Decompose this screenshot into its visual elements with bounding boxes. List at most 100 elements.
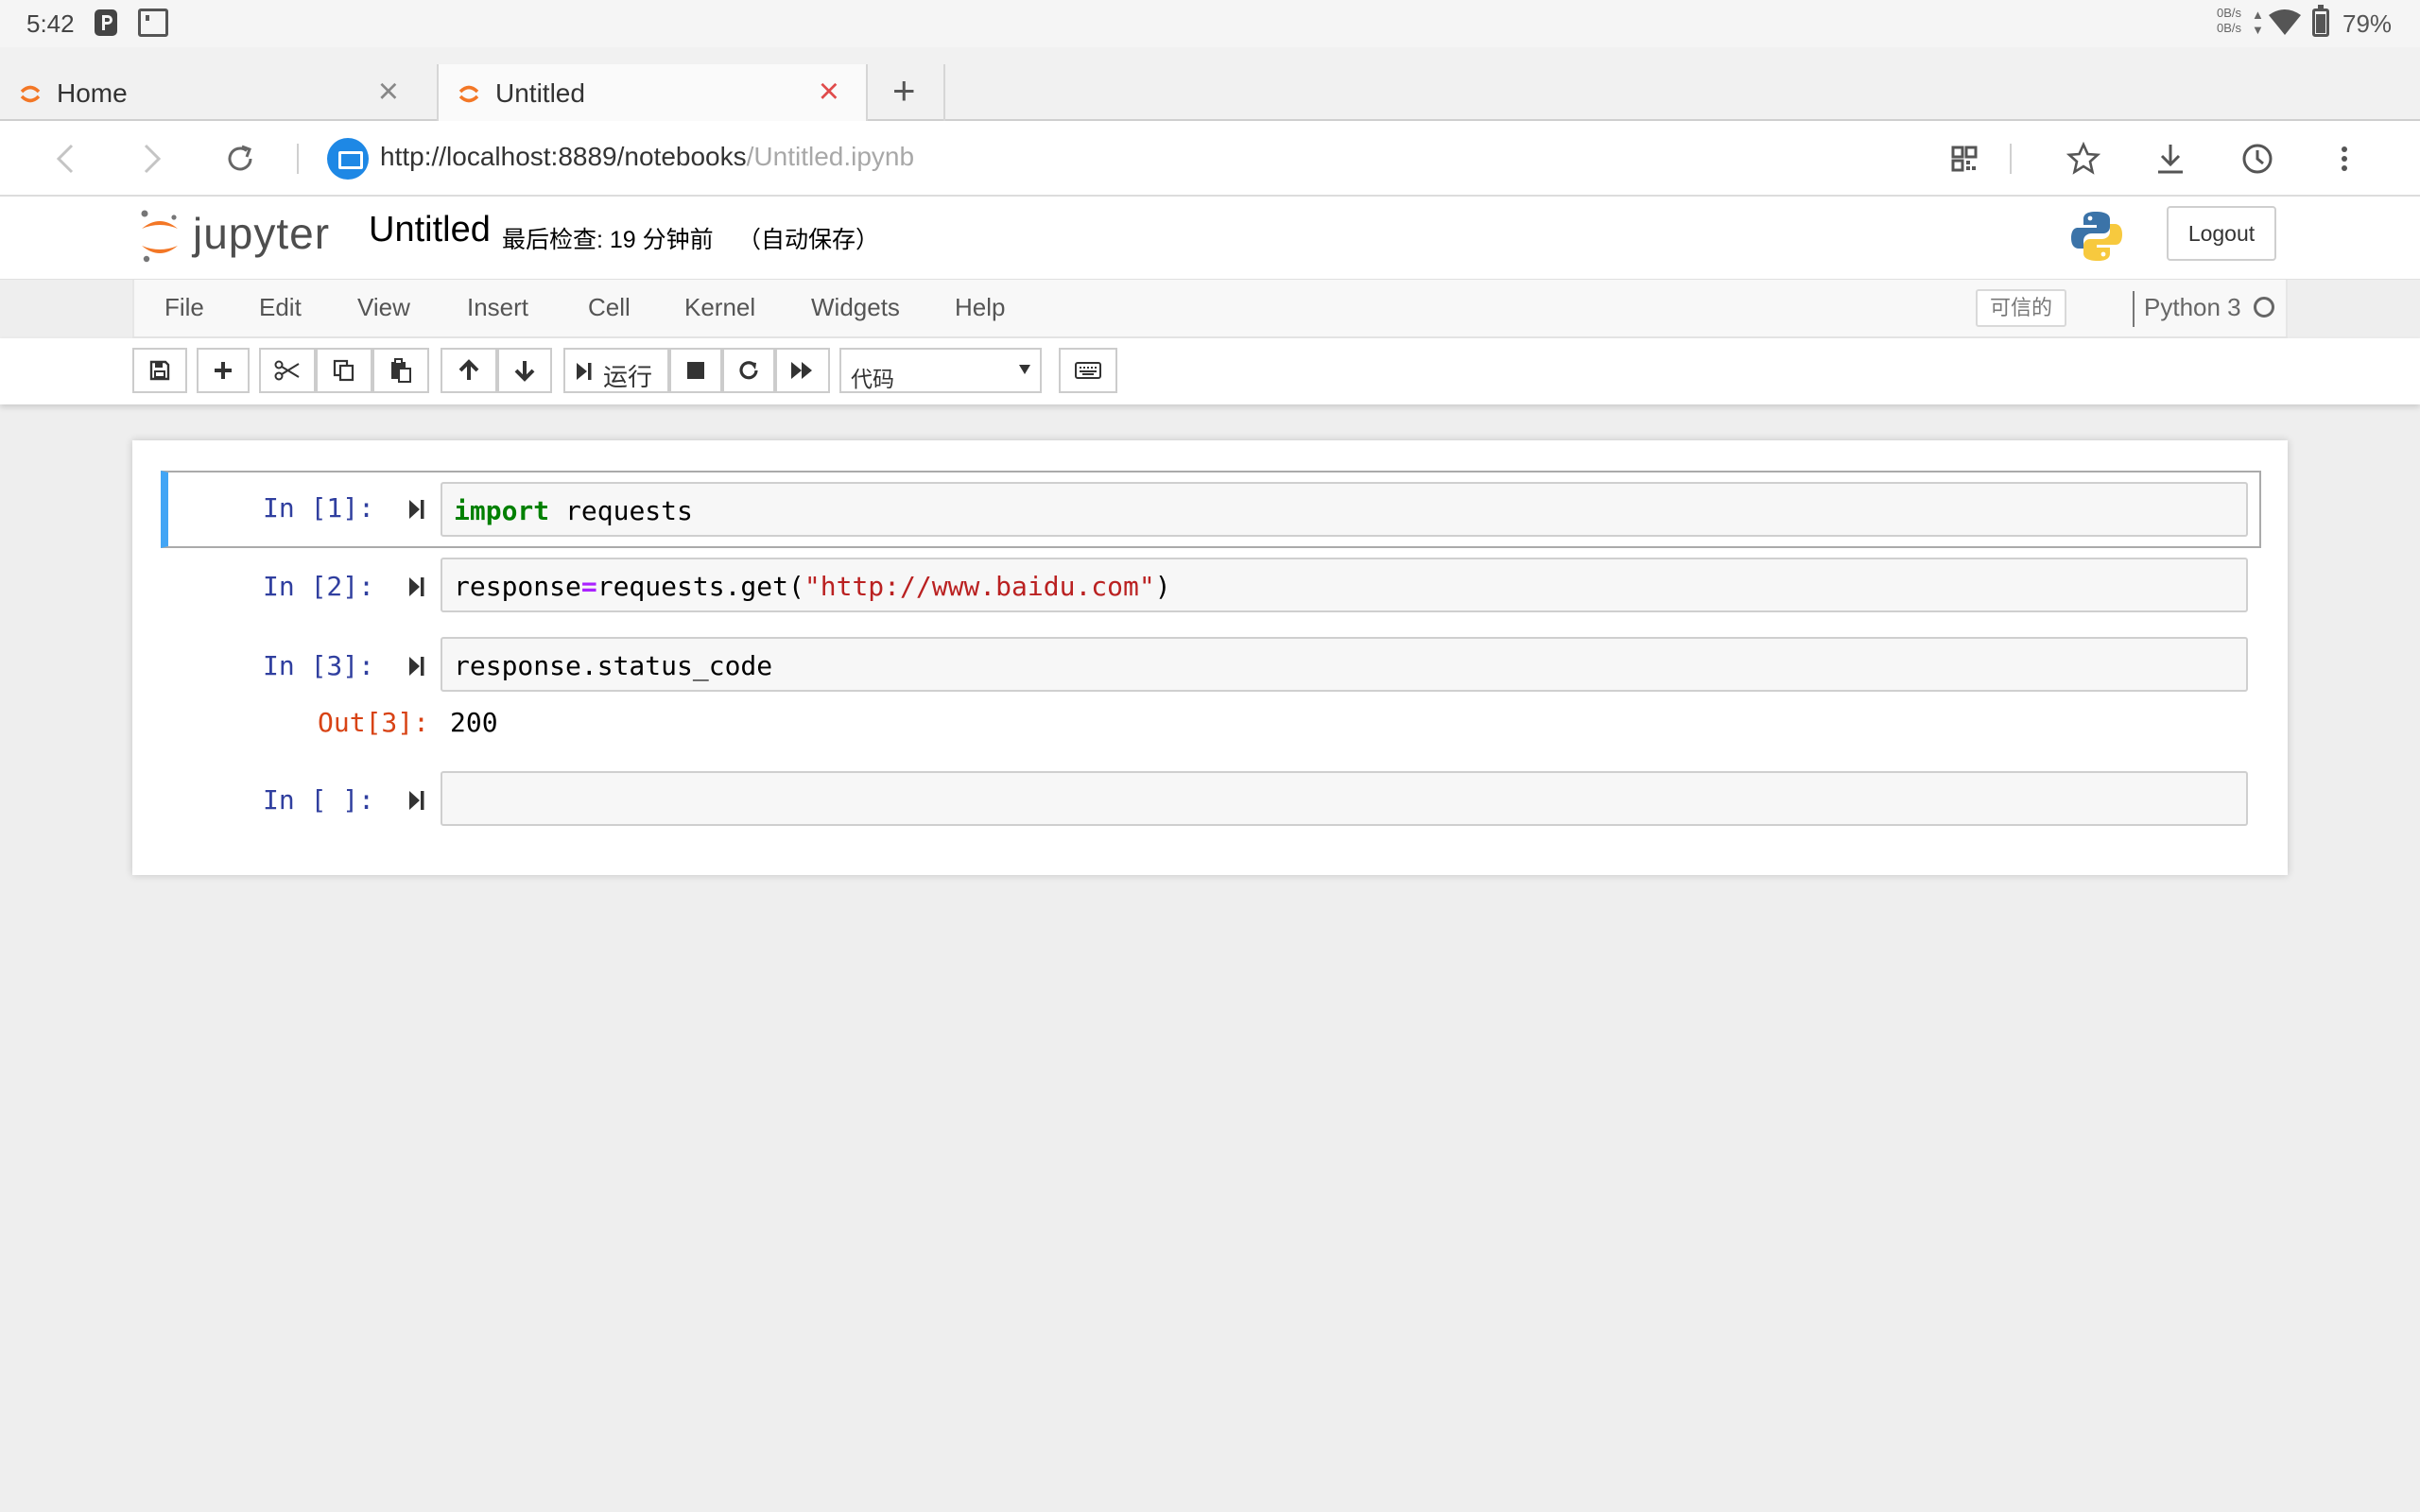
- up-down-arrow-icon: ▲ ▼: [2252, 8, 2264, 37]
- copy-icon: [333, 359, 354, 382]
- last-checkpoint: 最后检查: 19 分钟前: [502, 227, 714, 253]
- back-icon[interactable]: [49, 142, 83, 176]
- arrow-down-icon: [514, 361, 535, 382]
- run-cell-icon[interactable]: [408, 654, 425, 679]
- code-cell[interactable]: In [ ]:: [161, 771, 2261, 839]
- star-icon[interactable]: [2066, 142, 2100, 176]
- battery-percent: 79%: [2342, 9, 2393, 38]
- restart-kernel-button[interactable]: [722, 348, 775, 393]
- code-call: requests.get(: [596, 571, 804, 602]
- menu-file[interactable]: File: [164, 293, 204, 322]
- trusted-indicator[interactable]: 可信的: [1976, 289, 2066, 327]
- logout-button[interactable]: Logout: [2167, 206, 2276, 261]
- status-bar: 5:42 0B/s 0B/s ▲ ▼ 79%: [0, 0, 2420, 47]
- forward-icon[interactable]: [134, 142, 168, 176]
- copy-button[interactable]: [316, 348, 372, 393]
- save-button[interactable]: [132, 348, 187, 393]
- code-cell[interactable]: In [1]: import requests: [161, 471, 2261, 548]
- code-cell[interactable]: In [3]: response.status_code Out[3]: 200: [161, 637, 2261, 750]
- run-button[interactable]: 运行: [563, 348, 669, 393]
- code-keyword: import: [454, 495, 550, 526]
- paste-icon: [391, 358, 411, 383]
- parking-app-icon: [95, 9, 117, 36]
- input-prompt: In [1]:: [263, 492, 375, 524]
- divider: [2010, 144, 2012, 174]
- menu-help[interactable]: Help: [955, 293, 1005, 322]
- plus-icon: +: [892, 68, 916, 112]
- new-tab-button[interactable]: +: [868, 64, 945, 121]
- move-down-button[interactable]: [497, 348, 552, 393]
- code-input[interactable]: [441, 771, 2248, 826]
- insert-cell-button[interactable]: [197, 348, 250, 393]
- code-string: "http://www.baidu.com": [804, 571, 1155, 602]
- input-prompt: In [2]:: [263, 571, 375, 602]
- paste-button[interactable]: [372, 348, 429, 393]
- code-cell[interactable]: In [2]: response=requests.get("http://ww…: [161, 558, 2261, 626]
- move-up-button[interactable]: [441, 348, 497, 393]
- autosave-status: （自动保存）: [737, 227, 880, 253]
- tab-home[interactable]: Home ×: [0, 64, 433, 121]
- browser-tab-bar: Home × Untitled × +: [0, 47, 2420, 123]
- run-label: 运行: [603, 363, 653, 391]
- restart-icon: [739, 361, 758, 380]
- restart-run-all-button[interactable]: [775, 348, 830, 393]
- menu-kernel[interactable]: Kernel: [684, 293, 755, 322]
- kernel-name[interactable]: Python 3: [2144, 293, 2241, 322]
- menu-edit[interactable]: Edit: [259, 293, 302, 322]
- code-text: import requests: [454, 495, 693, 526]
- jupyter-favicon-icon: [20, 85, 41, 103]
- interrupt-button[interactable]: [669, 348, 722, 393]
- wifi-icon: [2269, 9, 2301, 35]
- arrow-up-icon: [458, 359, 479, 380]
- jupyter-logo-text[interactable]: jupyter: [193, 208, 330, 259]
- tab-close-icon[interactable]: ×: [819, 74, 839, 110]
- tab-close-icon[interactable]: ×: [378, 74, 399, 110]
- jupyter-favicon-icon: [458, 85, 479, 103]
- net-down-speed: 0B/s: [2217, 21, 2242, 35]
- url-path: /Untitled.ipynb: [746, 142, 915, 171]
- cut-button[interactable]: [259, 348, 316, 393]
- cell-type-value: 代码: [851, 367, 894, 391]
- notebook-menubar: File Edit View Insert Cell Kernel Widget…: [132, 280, 2288, 338]
- qr-code-icon[interactable]: [1947, 142, 1981, 176]
- stop-icon: [687, 362, 704, 379]
- url-field[interactable]: http://localhost:8889/notebooks/Untitled…: [380, 142, 914, 172]
- jupyter-logo-icon[interactable]: [138, 208, 182, 265]
- fast-forward-icon: [791, 362, 812, 379]
- battery-icon: [2312, 5, 2329, 37]
- address-bar: http://localhost:8889/notebooks/Untitled…: [0, 121, 2420, 197]
- download-icon[interactable]: [2153, 142, 2187, 176]
- run-cell-icon[interactable]: [408, 575, 425, 599]
- notebook-title[interactable]: Untitled: [369, 210, 491, 250]
- code-input[interactable]: response.status_code: [441, 637, 2248, 692]
- reload-icon[interactable]: [223, 142, 257, 176]
- code-input[interactable]: response=requests.get("http://www.baidu.…: [441, 558, 2248, 612]
- gallery-notification-icon: [138, 9, 168, 37]
- more-menu-icon[interactable]: [2327, 142, 2361, 176]
- command-palette-button[interactable]: [1059, 348, 1117, 393]
- notebook-toolbar: 运行 代码: [0, 338, 2420, 404]
- history-icon[interactable]: [2240, 142, 2274, 176]
- menu-insert[interactable]: Insert: [467, 293, 528, 322]
- plus-icon: [215, 362, 232, 379]
- run-cell-icon[interactable]: [408, 788, 425, 813]
- cell-type-select[interactable]: 代码: [839, 348, 1042, 393]
- net-up-speed: 0B/s: [2217, 6, 2242, 20]
- code-operator: =: [580, 571, 597, 602]
- code-text: response.status_code: [454, 650, 773, 681]
- monitor-icon[interactable]: [327, 138, 369, 180]
- code-close: ): [1154, 571, 1171, 602]
- menu-view[interactable]: View: [357, 293, 410, 322]
- menu-widgets[interactable]: Widgets: [811, 293, 900, 322]
- tab-label: Untitled: [495, 78, 585, 108]
- kernel-idle-icon: [2254, 297, 2274, 318]
- step-forward-icon: [577, 363, 592, 380]
- tab-label: Home: [57, 78, 128, 108]
- run-cell-icon[interactable]: [408, 497, 425, 522]
- input-prompt: In [ ]:: [263, 784, 375, 816]
- url-main: http://localhost:8889/notebooks: [380, 142, 747, 171]
- divider: [297, 144, 299, 174]
- tab-untitled[interactable]: Untitled ×: [437, 64, 868, 123]
- code-input[interactable]: import requests: [441, 482, 2248, 537]
- menu-cell[interactable]: Cell: [588, 293, 631, 322]
